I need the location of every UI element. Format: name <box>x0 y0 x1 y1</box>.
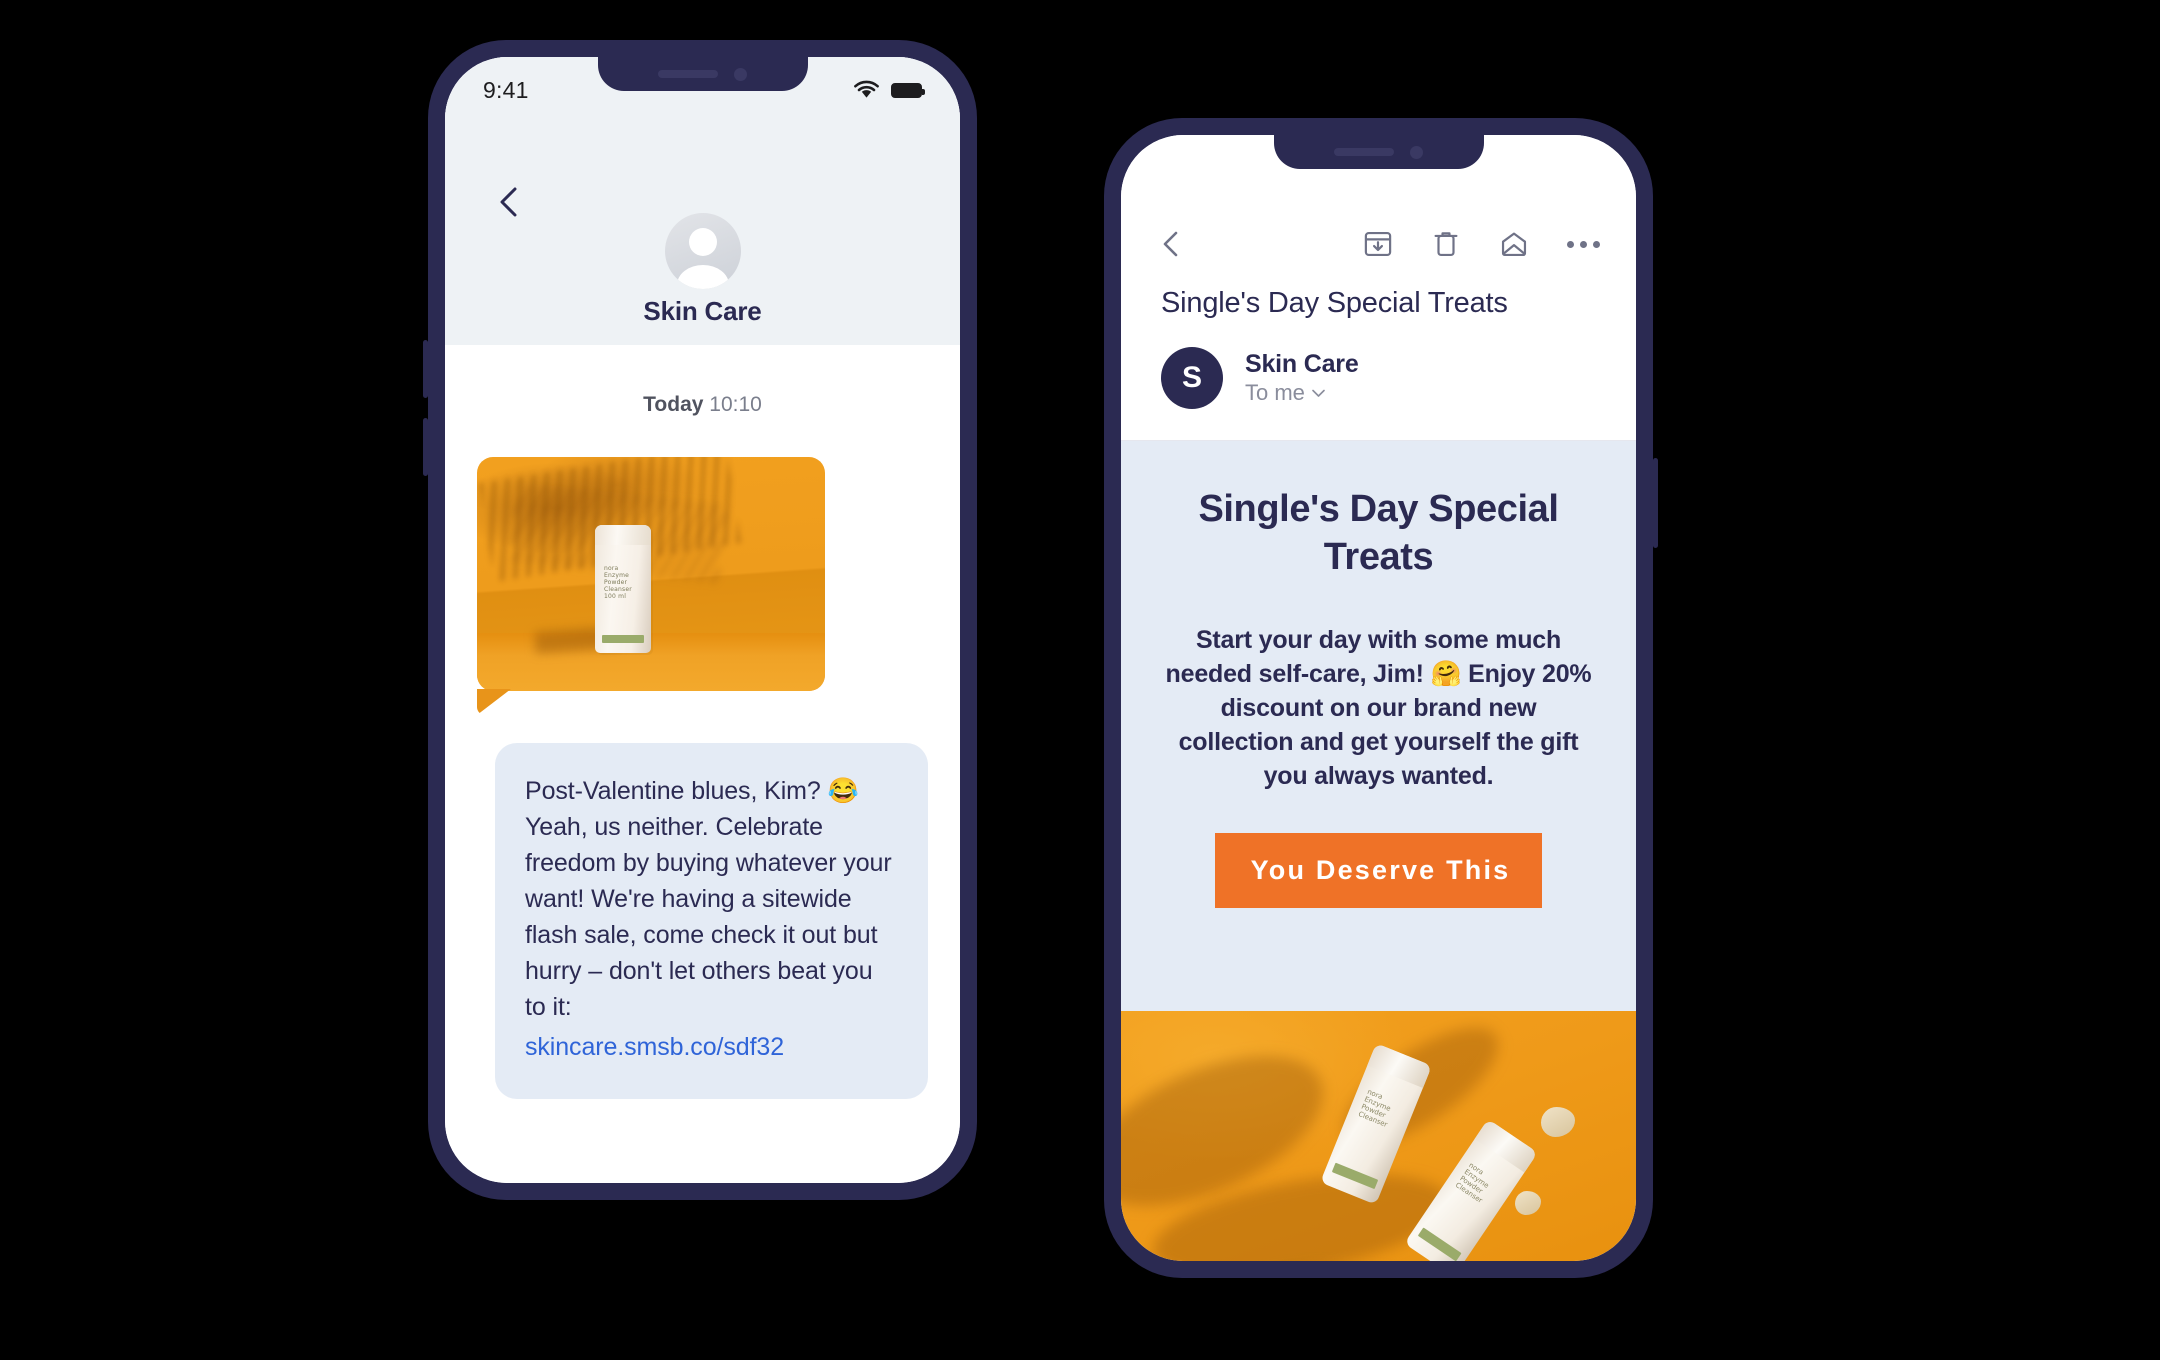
volume-up-button[interactable] <box>423 340 428 398</box>
wifi-icon <box>854 80 879 98</box>
email-headline: Single's Day Special Treats <box>1198 488 1559 578</box>
mail-phone-screen: Single's Day Special Treats S Skin Care … <box>1121 135 1636 1261</box>
delete-button[interactable] <box>1431 229 1461 259</box>
sender-details: Skin Care To me <box>1245 349 1359 407</box>
archive-icon <box>1364 231 1392 257</box>
sms-conversation: Today 10:10 nora Enzyme Powder Cleanser … <box>445 345 960 1183</box>
time-label: 10:10 <box>709 393 762 416</box>
email-sender-row: S Skin Care To me <box>1121 347 1636 409</box>
back-chevron-icon <box>1163 231 1178 257</box>
sms-phone-screen: 9:41 Skin Care Today 10:10 nora Enzyme P… <box>445 57 960 1183</box>
surface-decoration <box>477 633 825 691</box>
avatar-head-icon <box>688 228 717 256</box>
status-time: 9:41 <box>483 76 529 103</box>
back-chevron-icon <box>500 187 517 217</box>
contact-avatar[interactable] <box>664 213 741 289</box>
envelope-open-icon <box>1501 232 1527 257</box>
cta-button[interactable]: You Deserve This <box>1214 833 1543 908</box>
bottle-label-text: nora Enzyme Powder Cleanser <box>1357 1087 1392 1129</box>
avatar-body-icon <box>676 265 729 289</box>
product-bottle-graphic: nora Enzyme Powder Cleanser 100 ml <box>595 525 651 653</box>
chevron-down-icon <box>1312 389 1325 397</box>
conversation-timestamp: Today 10:10 <box>445 393 960 417</box>
mail-toolbar <box>1121 201 1636 287</box>
more-dot-2 <box>1580 240 1587 248</box>
email-paragraph: Start your day with some much needed sel… <box>1165 626 1592 790</box>
sender-name: Skin Care <box>1245 350 1359 378</box>
pebble-decoration-2 <box>1515 1191 1541 1215</box>
bottle-label-text: nora Enzyme Powder Cleanser 100 ml <box>604 565 632 600</box>
power-button[interactable] <box>1653 458 1658 548</box>
email-hero-image: nora Enzyme Powder Cleanser nora Enzyme … <box>1121 1011 1636 1261</box>
image-message-bubble[interactable]: nora Enzyme Powder Cleanser 100 ml <box>477 457 825 691</box>
contact-name: Skin Care <box>643 296 762 326</box>
earpiece-speaker-icon <box>658 70 718 78</box>
bottle-cap <box>1474 1119 1538 1173</box>
message-link[interactable]: skincare.smsb.co/sdf32 <box>525 1029 896 1065</box>
recipient-row[interactable]: To me <box>1245 379 1359 407</box>
battery-icon <box>891 82 925 98</box>
status-icons <box>853 80 925 100</box>
volume-down-button[interactable] <box>423 418 428 476</box>
email-subject: Single's Day Special Treats <box>1161 287 1508 319</box>
front-camera-icon <box>1410 145 1423 159</box>
screenshot-stage: 9:41 Skin Care Today 10:10 nora Enzyme P… <box>0 0 2160 1360</box>
more-dot-1 <box>1567 240 1574 248</box>
more-options-button[interactable] <box>1567 240 1600 248</box>
earpiece-speaker-icon <box>1334 148 1394 156</box>
phone-notch <box>1273 135 1484 169</box>
sender-avatar[interactable]: S <box>1161 347 1223 409</box>
text-message-bubble[interactable]: Post-Valentine blues, Kim? 😂 Yeah, us ne… <box>495 743 928 1099</box>
back-button[interactable] <box>493 185 527 219</box>
bottle-band <box>602 635 644 643</box>
phone-notch <box>597 57 808 91</box>
sms-phone-frame: 9:41 Skin Care Today 10:10 nora Enzyme P… <box>423 40 977 1200</box>
pebble-decoration-1 <box>1541 1107 1575 1137</box>
recipient-label: To me <box>1245 380 1305 405</box>
header-divider <box>1121 440 1636 441</box>
mail-phone-frame: Single's Day Special Treats S Skin Care … <box>1104 118 1658 1278</box>
archive-button[interactable] <box>1363 229 1393 259</box>
day-label: Today <box>643 393 704 416</box>
more-dot-3 <box>1593 240 1600 248</box>
back-button[interactable] <box>1157 229 1187 259</box>
message-body: Post-Valentine blues, Kim? 😂 Yeah, us ne… <box>525 777 892 1021</box>
front-camera-icon <box>734 67 747 81</box>
bottle-band <box>1417 1227 1462 1261</box>
image-bubble-tail <box>477 689 511 715</box>
mark-unread-button[interactable] <box>1499 229 1529 259</box>
mail-actions <box>1363 229 1600 259</box>
bottle-band <box>1331 1162 1379 1190</box>
email-hero-section: Single's Day Special Treats Start your d… <box>1121 441 1636 1011</box>
bottle-cap <box>595 525 651 545</box>
trash-icon <box>1434 232 1458 257</box>
bottle-label-text: nora Enzyme Powder Cleanser <box>1453 1161 1491 1205</box>
